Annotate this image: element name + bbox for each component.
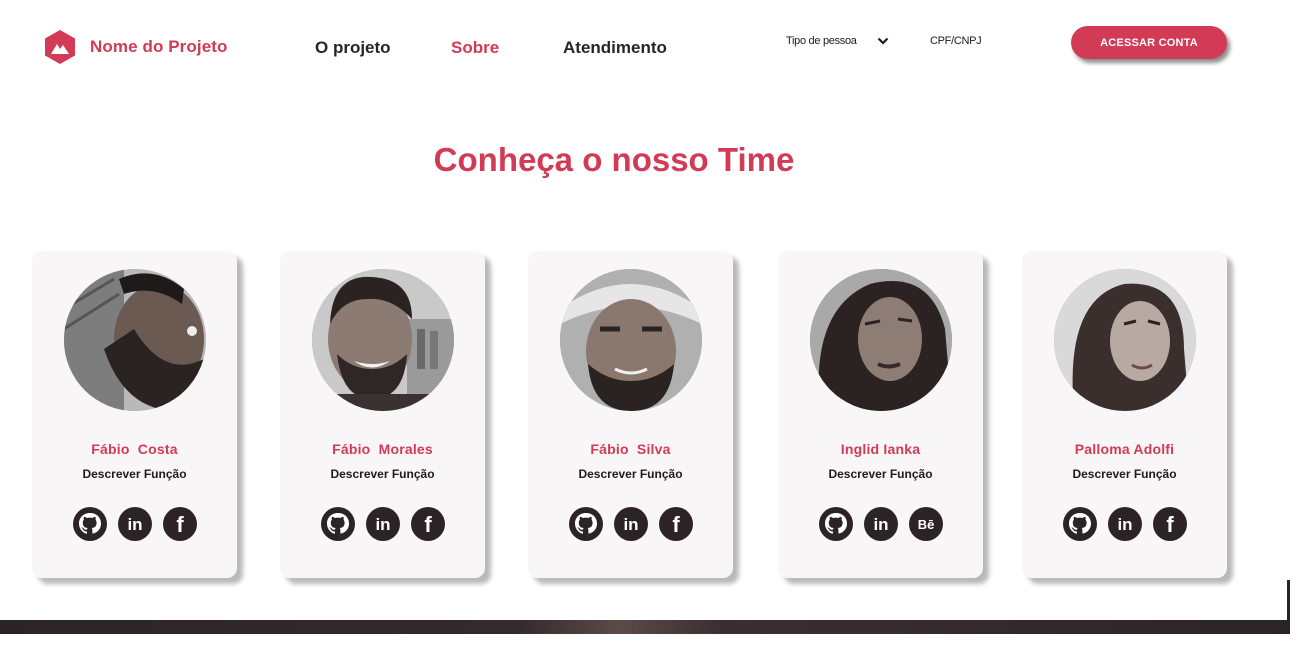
- svg-text:Bē: Bē: [917, 517, 934, 532]
- social-links: in f: [1022, 507, 1227, 541]
- member-photo: [312, 269, 454, 411]
- member-role: Descrever Função: [578, 467, 683, 481]
- team-card: Fábio Silva Descrever Função in f: [528, 251, 733, 578]
- member-name: Inglid Ianka: [840, 441, 921, 457]
- svg-text:in: in: [1117, 515, 1132, 534]
- svg-text:f: f: [176, 512, 184, 537]
- member-role: Descrever Função: [330, 467, 435, 481]
- svg-text:f: f: [672, 512, 680, 537]
- avatar: [64, 269, 206, 411]
- behance-icon[interactable]: Bē: [908, 507, 943, 541]
- team-card: Inglid Ianka Descrever Função in Bē: [778, 251, 983, 578]
- social-links: in Bē: [778, 507, 983, 541]
- member-photo: [1054, 269, 1196, 411]
- facebook-icon[interactable]: f: [162, 507, 197, 541]
- avatar: [1054, 269, 1196, 411]
- avatar: [810, 269, 952, 411]
- github-icon[interactable]: [818, 507, 853, 541]
- nav-item-o-projeto[interactable]: O projeto: [315, 38, 451, 58]
- linkedin-icon[interactable]: in: [1107, 507, 1142, 541]
- facebook-icon[interactable]: f: [658, 507, 693, 541]
- facebook-icon[interactable]: f: [410, 507, 445, 541]
- avatar: [312, 269, 454, 411]
- social-links: in f: [280, 507, 485, 541]
- svg-text:in: in: [127, 515, 142, 534]
- nav-item-sobre[interactable]: Sobre: [451, 38, 563, 58]
- brand-name: Nome do Projeto: [90, 37, 228, 56]
- facebook-icon[interactable]: f: [1152, 507, 1187, 541]
- member-name: Fábio Silva: [590, 441, 671, 457]
- github-icon[interactable]: [568, 507, 603, 541]
- github-icon[interactable]: [320, 507, 355, 541]
- member-photo: [810, 269, 952, 411]
- main-nav: O projeto Sobre Atendimento: [315, 38, 683, 58]
- github-icon[interactable]: [1062, 507, 1097, 541]
- team-card: Fábio Morales Descrever Função in f: [280, 251, 485, 578]
- tipo-pessoa-select[interactable]: Tipo de pessoa: [786, 35, 889, 47]
- social-links: in f: [32, 507, 237, 541]
- member-photo: [64, 269, 206, 411]
- member-name: Fábio Costa: [91, 441, 178, 457]
- avatar: [560, 269, 702, 411]
- site-header: Nome do Projeto O projeto Sobre Atendime…: [0, 0, 1296, 95]
- linkedin-icon[interactable]: in: [863, 507, 898, 541]
- member-role: Descrever Função: [82, 467, 187, 481]
- member-photo: [560, 269, 702, 411]
- team-card: Fábio Costa Descrever Função in f: [32, 251, 237, 578]
- svg-text:f: f: [1166, 512, 1174, 537]
- mountain-hexagon-icon: [45, 30, 75, 64]
- section-title: Conheça o nosso Time: [433, 141, 795, 178]
- svg-text:in: in: [873, 515, 888, 534]
- footer-banner: [0, 620, 1290, 634]
- chevron-down-icon: [877, 37, 888, 45]
- team-card: Palloma Adolfi Descrever Função in f: [1022, 251, 1227, 578]
- nav-item-atendimento[interactable]: Atendimento: [563, 38, 683, 58]
- social-links: in f: [528, 507, 733, 541]
- linkedin-icon[interactable]: in: [365, 507, 400, 541]
- member-name: Palloma Adolfi: [1074, 441, 1175, 457]
- acessar-conta-button[interactable]: ACESSAR CONTA: [1071, 26, 1227, 59]
- github-icon[interactable]: [72, 507, 107, 541]
- linkedin-icon[interactable]: in: [613, 507, 648, 541]
- svg-text:in: in: [375, 515, 390, 534]
- svg-text:f: f: [424, 512, 432, 537]
- tipo-pessoa-label: Tipo de pessoa: [786, 35, 857, 47]
- member-role: Descrever Função: [1072, 467, 1177, 481]
- member-name: Fábio Morales: [332, 441, 433, 457]
- member-role: Descrever Função: [828, 467, 933, 481]
- brand-logo[interactable]: Nome do Projeto: [44, 29, 228, 65]
- linkedin-icon[interactable]: in: [117, 507, 152, 541]
- cpf-cnpj-field[interactable]: CPF/CNPJ: [930, 35, 982, 47]
- svg-text:in: in: [623, 515, 638, 534]
